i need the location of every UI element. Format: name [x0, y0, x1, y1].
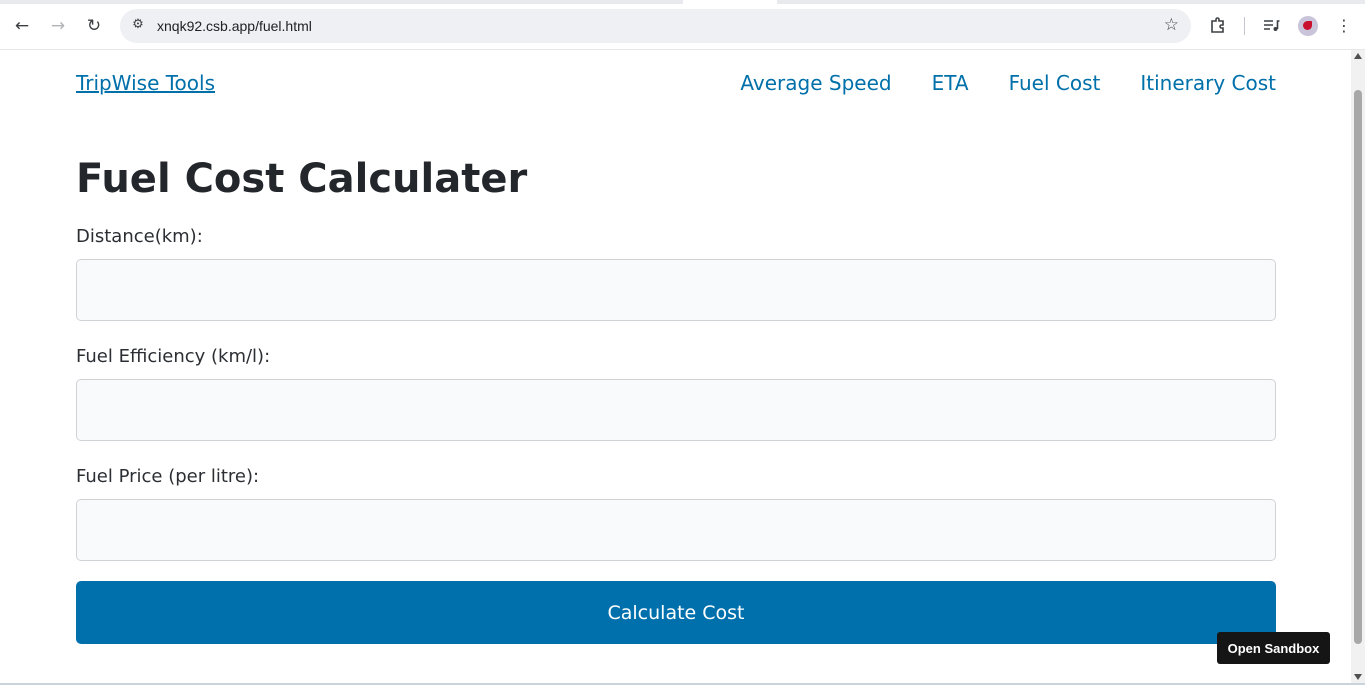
calculate-cost-button[interactable]: Calculate Cost	[76, 581, 1276, 644]
scroll-down-arrow-icon[interactable]	[1354, 674, 1362, 680]
distance-label: Distance(km):	[76, 226, 203, 247]
distance-input[interactable]	[76, 259, 1276, 321]
fuel-price-input[interactable]	[76, 499, 1276, 561]
profile-avatar[interactable]	[1298, 16, 1318, 36]
nav-link-itinerary-cost[interactable]: Itinerary Cost	[1140, 71, 1276, 95]
scroll-up-arrow-icon[interactable]	[1354, 53, 1362, 59]
open-sandbox-button[interactable]: Open Sandbox	[1217, 632, 1330, 664]
nav-link-fuel-cost[interactable]: Fuel Cost	[1009, 71, 1101, 95]
site-nav: Average Speed ETA Fuel Cost Itinerary Co…	[740, 71, 1276, 95]
site-logo-link[interactable]: TripWise Tools	[76, 71, 215, 95]
site-settings-icon[interactable]: ⚙	[130, 17, 146, 33]
star-icon[interactable]: ☆	[1164, 15, 1179, 35]
fuel-efficiency-input[interactable]	[76, 379, 1276, 441]
fuel-efficiency-label: Fuel Efficiency (km/l):	[76, 346, 271, 367]
puzzle-icon[interactable]	[1206, 13, 1230, 37]
nav-link-average-speed[interactable]: Average Speed	[740, 71, 891, 95]
reload-icon[interactable]: ↻	[81, 13, 107, 39]
media-queue-icon[interactable]	[1259, 13, 1283, 37]
fuel-price-label: Fuel Price (per litre):	[76, 466, 260, 487]
url-text[interactable]: xnqk92.csb.app/fuel.html	[157, 18, 312, 34]
toolbar-separator	[1244, 17, 1245, 35]
scrollbar-thumb[interactable]	[1354, 90, 1362, 644]
nav-link-eta[interactable]: ETA	[932, 71, 969, 95]
address-bar[interactable]: ⚙ xnqk92.csb.app/fuel.html ☆	[120, 9, 1191, 43]
back-arrow-icon[interactable]: ←	[9, 13, 35, 39]
forward-arrow-icon[interactable]: →	[45, 13, 71, 39]
tab-strip	[0, 0, 1365, 4]
page-title: Fuel Cost Calculater	[76, 156, 528, 202]
browser-toolbar: ← → ↻ ⚙ xnqk92.csb.app/fuel.html ☆ ⋮	[0, 0, 1365, 50]
kebab-menu-icon[interactable]: ⋮	[1332, 13, 1356, 37]
page-scrollbar[interactable]	[1351, 50, 1365, 683]
